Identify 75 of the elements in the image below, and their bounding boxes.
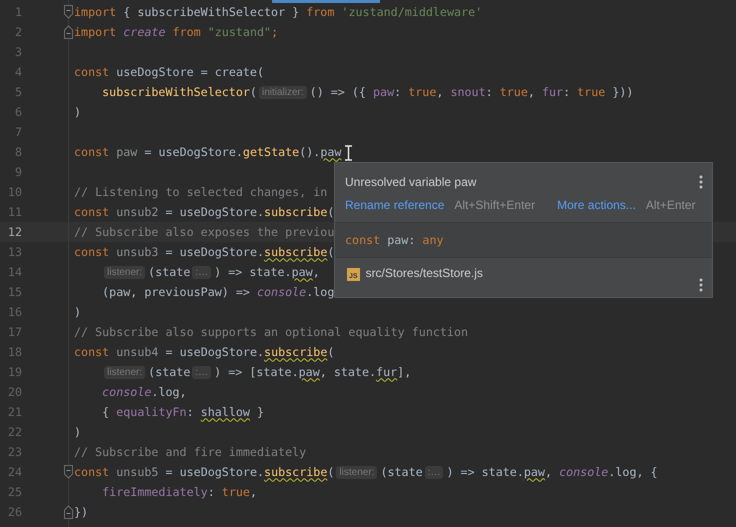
- code-text: () => ({ paw: true, snout: true, fur: true })): [310, 85, 634, 99]
- shortcut-text: Alt+Enter: [646, 198, 696, 212]
- line-number: 25: [6, 485, 23, 499]
- code-text: ): [74, 305, 82, 319]
- line-number: 2: [14, 25, 23, 39]
- code-text: console.log,: [102, 385, 187, 399]
- inlay-hint: :…: [192, 366, 212, 378]
- code-text: ): [74, 425, 82, 439]
- line-number: 23: [6, 445, 23, 459]
- code-text: (state: [148, 365, 190, 379]
- code-text: ) => state.paw, console.log, {: [446, 464, 658, 480]
- line-number: 26: [6, 505, 23, 519]
- inlay-hint: :…: [192, 266, 212, 278]
- code-text: const unsub5 = useDogStore.subscribe(: [74, 464, 334, 480]
- line-number: 10: [6, 185, 23, 199]
- inlay-hint: listener:: [104, 366, 146, 378]
- line-number: 7: [14, 125, 23, 139]
- declaration-text: const paw: any: [345, 233, 444, 247]
- code-comment: // Subscribe also exposes the previou: [74, 225, 334, 239]
- inlay-hint: initializer:: [258, 86, 307, 98]
- line-number: 18: [6, 345, 23, 359]
- line-number: 21: [6, 405, 23, 419]
- unfold-icon[interactable]: [64, 505, 72, 519]
- code-text: const paw = useDogStore.getState().paw: [74, 144, 342, 160]
- code-text: }): [74, 505, 88, 519]
- line-number: 13: [6, 245, 23, 259]
- code-text: const unsub3 = useDogStore.subscribe(: [74, 244, 334, 260]
- code-text: { equalityFn: shallow }: [102, 404, 264, 420]
- line-number: 19: [6, 365, 23, 379]
- code-comment: // Subscribe also supports an optional equality function: [74, 325, 468, 339]
- code-text: import create from "zustand";: [74, 25, 278, 39]
- code-comment: // Listening to selected changes, in: [74, 185, 328, 199]
- file-path[interactable]: src/Stores/testStore.js: [366, 266, 693, 280]
- line-number: 3: [14, 45, 23, 59]
- fold-icon[interactable]: [64, 465, 72, 479]
- line-number: 24: [6, 465, 23, 479]
- code-text: const useDogStore = create(: [74, 65, 264, 79]
- line-number: 1: [14, 5, 23, 19]
- line-number: 5: [14, 85, 23, 99]
- code-text: ) => [state.paw, state.fur],: [214, 364, 412, 380]
- unfold-icon[interactable]: [64, 25, 72, 39]
- code-comment: // Subscribe and fire immediately: [74, 445, 306, 459]
- inlay-hint: listener:: [336, 466, 378, 478]
- inlay-hint: listener:: [104, 266, 146, 278]
- line-number: 16: [6, 305, 23, 319]
- code-text: ): [74, 105, 82, 119]
- text-cursor-icon: [344, 145, 353, 161]
- line-number: 15: [6, 285, 23, 299]
- more-options-icon[interactable]: [699, 175, 703, 189]
- code-text: ) => state.paw,: [214, 264, 320, 280]
- code-text: fireImmediately: true,: [102, 485, 257, 499]
- shortcut-text: Alt+Shift+Enter: [454, 198, 536, 212]
- fold-icon[interactable]: [64, 5, 72, 19]
- line-number: 12: [6, 225, 23, 239]
- code-text: const unsub4 = useDogStore.subscribe(: [74, 344, 334, 360]
- line-number: 22: [6, 425, 23, 439]
- line-number: 17: [6, 325, 23, 339]
- code-text: subscribeWithSelector(: [102, 85, 257, 99]
- line-number: 4: [14, 65, 23, 79]
- line-number: 20: [6, 385, 23, 399]
- code-text: import { subscribeWithSelector } from 'zustand/middleware': [74, 5, 482, 19]
- line-number: 6: [14, 105, 23, 119]
- line-number: 9: [14, 165, 23, 179]
- popup-title: Unresolved variable paw: [345, 175, 476, 189]
- action-link[interactable]: Rename reference: [345, 198, 444, 212]
- line-number: 8: [14, 145, 23, 159]
- line-number: 14: [6, 265, 23, 279]
- inlay-hint: :…: [424, 466, 444, 478]
- more-options-icon[interactable]: [699, 278, 703, 292]
- code-text: (paw, previousPaw) => console.log: [102, 285, 334, 299]
- code-text: const unsub2 = useDogStore.subscribe(: [74, 205, 334, 219]
- code-text: (state: [380, 465, 423, 479]
- line-number: 11: [6, 205, 23, 219]
- action-link[interactable]: More actions...: [557, 198, 636, 212]
- code-text: (state: [148, 265, 190, 279]
